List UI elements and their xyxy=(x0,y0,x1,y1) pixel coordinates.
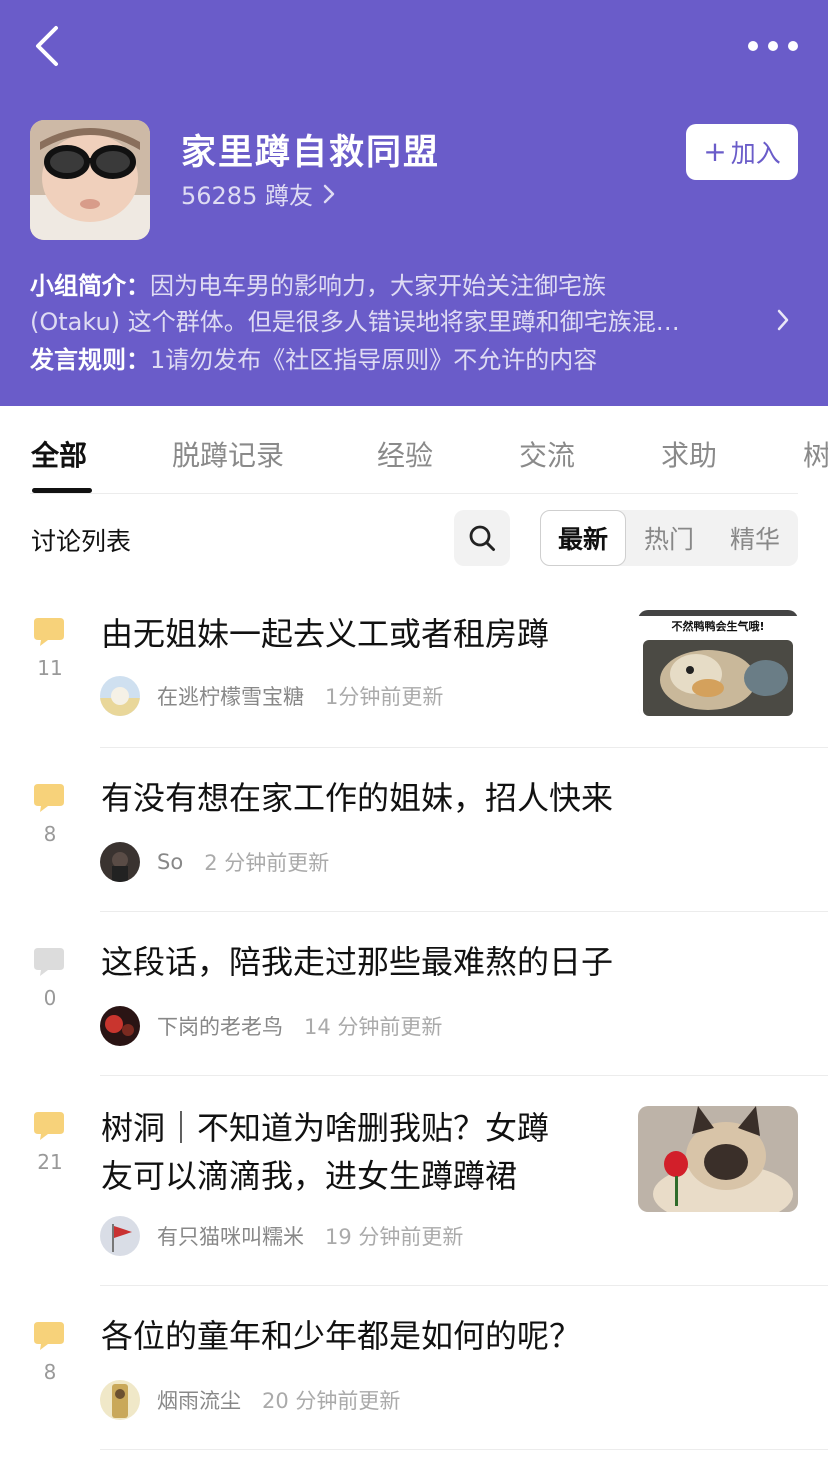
tab-all[interactable]: 全部 xyxy=(31,434,87,474)
author-avatar[interactable] xyxy=(100,1216,140,1256)
author-name[interactable]: 烟雨流尘 xyxy=(157,1385,241,1415)
author-avatar[interactable] xyxy=(100,842,140,882)
comment-count: 11 xyxy=(37,656,63,680)
comment-bubble-icon xyxy=(34,948,64,976)
update-time: 19 分钟前更新 xyxy=(325,1225,464,1249)
post-title[interactable]: 各位的童年和少年都是如何的呢？ xyxy=(101,1312,581,1360)
baby-with-glasses-image xyxy=(30,120,150,240)
comment-bubble-icon xyxy=(34,1112,64,1140)
comment-count: 8 xyxy=(43,822,57,846)
more-options-button[interactable] xyxy=(748,30,798,62)
rules-text: 1请勿发布《社区指导原则》不允许的内容 xyxy=(150,346,598,374)
category-tabs: 全部 脱蹲记录 经验 交流 求助 树 xyxy=(0,406,828,494)
plus-icon: + xyxy=(703,135,727,168)
author-name[interactable]: 在逃柠檬雪宝糖 xyxy=(157,681,304,711)
tabs-divider xyxy=(30,493,798,494)
post-item[interactable]: 0 这段话，陪我走过那些最难熬的日子 下岗的老老鸟 14 分钟前更新 xyxy=(0,912,828,1076)
comment-count: 0 xyxy=(43,986,57,1010)
join-label: 加入 xyxy=(730,139,781,168)
discussion-list-title: 讨论列表 xyxy=(31,527,132,556)
post-title-line: 友可以滴滴我，进女生蹲蹲裙 xyxy=(101,1157,518,1195)
siamese-cat-with-rose-image xyxy=(638,1106,798,1212)
post-item[interactable]: 8 有没有想在家工作的姐妹，招人快来 So 2 分钟前更新 xyxy=(0,748,828,912)
member-count: 56285 蹲友 xyxy=(181,182,313,210)
post-meta: 下岗的老老鸟 14 分钟前更新 xyxy=(100,1006,442,1046)
more-dots-icon xyxy=(748,41,758,51)
tab-exchange[interactable]: 交流 xyxy=(519,434,575,474)
intro-label: 小组简介： xyxy=(30,272,150,300)
post-title-line: 树洞｜不知道为啥删我贴？女蹲 xyxy=(101,1109,550,1147)
post-meta: So 2 分钟前更新 xyxy=(100,842,329,882)
group-header: 家里蹲自救同盟 56285 蹲友 + 加入 小组简介：因为电车男的影响力，大家开… xyxy=(0,0,828,406)
post-title[interactable]: 有没有想在家工作的姐妹，招人快来 xyxy=(101,774,613,822)
update-time: 1分钟前更新 xyxy=(325,685,444,709)
sort-latest[interactable]: 最新 xyxy=(540,510,626,566)
tab-tree-hole[interactable]: 树 xyxy=(803,434,828,474)
author-avatar[interactable] xyxy=(100,1380,140,1420)
post-item[interactable]: 11 由无姐妹一起去义工或者租房蹲 在逃柠檬雪宝糖 1分钟前更新 不然鸭鸭会生气… xyxy=(0,590,828,748)
post-thumbnail[interactable] xyxy=(638,1106,798,1212)
author-name[interactable]: So xyxy=(157,850,183,874)
group-avatar[interactable] xyxy=(30,120,150,240)
post-title[interactable]: 这段话，陪我走过那些最难熬的日子 xyxy=(101,938,613,986)
comment-bubble-icon xyxy=(34,618,64,646)
author-name[interactable]: 有只猫咪叫糯米 xyxy=(157,1221,304,1251)
tab-experience[interactable]: 经验 xyxy=(377,434,433,474)
update-time: 14 分钟前更新 xyxy=(304,1015,443,1039)
post-item[interactable]: 8 各位的童年和少年都是如何的呢？ 烟雨流尘 20 分钟前更新 xyxy=(0,1286,828,1450)
join-button[interactable]: + 加入 xyxy=(686,124,798,180)
author-avatar[interactable] xyxy=(100,676,140,716)
post-meta: 烟雨流尘 20 分钟前更新 xyxy=(100,1380,400,1420)
sort-hot[interactable]: 热门 xyxy=(626,510,712,566)
search-button[interactable] xyxy=(454,510,510,566)
comment-bubble-icon xyxy=(34,1322,64,1350)
chevron-right-icon xyxy=(323,184,335,203)
post-title[interactable]: 树洞｜不知道为啥删我贴？女蹲 友可以滴滴我，进女生蹲蹲裙 xyxy=(101,1104,549,1200)
sort-featured[interactable]: 精华 xyxy=(712,510,798,566)
tab-exit-records[interactable]: 脱蹲记录 xyxy=(172,434,284,474)
update-time: 20 分钟前更新 xyxy=(262,1389,401,1413)
comment-count: 8 xyxy=(43,1360,57,1384)
posting-rules: 发言规则：1请勿发布《社区指导原则》不允许的内容 xyxy=(30,342,597,378)
post-item[interactable]: 21 树洞｜不知道为啥删我贴？女蹲 友可以滴滴我，进女生蹲蹲裙 有只猫咪叫糯米 … xyxy=(0,1076,828,1286)
post-thumbnail[interactable]: 不然鸭鸭会生气哦! xyxy=(638,610,798,718)
post-meta: 有只猫咪叫糯米 19 分钟前更新 xyxy=(100,1216,463,1256)
post-title[interactable]: 由无姐妹一起去义工或者租房蹲 xyxy=(101,610,549,658)
post-divider xyxy=(100,1449,828,1450)
comment-bubble-icon xyxy=(34,784,64,812)
post-meta: 在逃柠檬雪宝糖 1分钟前更新 xyxy=(100,676,443,716)
author-avatar[interactable] xyxy=(100,1006,140,1046)
rules-label: 发言规则： xyxy=(30,346,150,374)
sort-toggle: 最新 热门 精华 xyxy=(540,510,798,566)
comment-count: 21 xyxy=(37,1150,63,1174)
back-button[interactable] xyxy=(22,22,70,70)
update-time: 2 分钟前更新 xyxy=(204,851,330,875)
intro-text-line2: (Otaku) 这个群体。但是很多人错误地将家里蹲和御宅族混… xyxy=(30,308,680,336)
intro-text-line1: 因为电车男的影响力，大家开始关注御宅族 xyxy=(150,272,606,300)
member-count-link[interactable]: 56285 蹲友 xyxy=(181,176,335,211)
intro-expand-chevron-icon[interactable] xyxy=(776,308,790,332)
thumbnail-caption: 不然鸭鸭会生气哦! xyxy=(671,620,765,633)
author-name[interactable]: 下岗的老老鸟 xyxy=(157,1011,283,1041)
group-intro[interactable]: 小组简介：因为电车男的影响力，大家开始关注御宅族 (Otaku) 这个群体。但是… xyxy=(30,268,760,340)
group-name: 家里蹲自救同盟 xyxy=(181,133,441,173)
tab-help[interactable]: 求助 xyxy=(661,434,717,474)
search-icon xyxy=(469,525,495,551)
back-arrow-icon xyxy=(36,26,58,66)
